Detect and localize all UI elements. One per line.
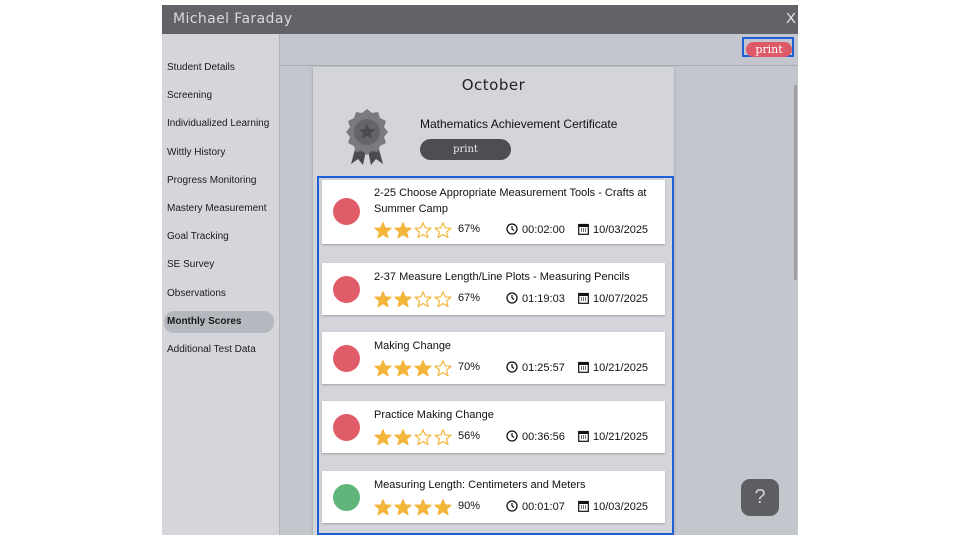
clock-icon xyxy=(506,223,518,235)
star-filled-icon xyxy=(394,429,412,446)
calendar-icon xyxy=(578,292,589,304)
duration-value: 01:25:57 xyxy=(522,362,565,374)
sidebar-item-se-survey[interactable]: SE Survey xyxy=(164,254,274,276)
calendar-icon xyxy=(578,361,589,373)
completion-date: 10/03/2025 xyxy=(578,223,648,236)
star-filled-icon xyxy=(394,360,412,377)
star-rating xyxy=(374,291,454,308)
duration: 00:36:56 xyxy=(506,430,565,443)
sidebar-item-mastery-measurement[interactable]: Mastery Measurement xyxy=(164,198,274,220)
duration-value: 00:01:07 xyxy=(522,501,565,513)
star-empty-icon xyxy=(414,222,432,239)
status-dot xyxy=(333,198,360,225)
star-empty-icon xyxy=(414,291,432,308)
star-filled-icon xyxy=(414,360,432,377)
duration: 01:25:57 xyxy=(506,361,565,374)
sidebar-item-additional-test-data[interactable]: Additional Test Data xyxy=(164,339,274,361)
star-rating xyxy=(374,499,454,516)
duration: 00:02:00 xyxy=(506,223,565,236)
duration-value: 00:36:56 xyxy=(522,431,565,443)
result-name: 2-25 Choose Appropriate Measurement Tool… xyxy=(374,187,647,215)
month-title: October xyxy=(461,76,526,94)
sidebar-item-screening[interactable]: Screening xyxy=(164,85,274,107)
date-value: 10/21/2025 xyxy=(593,362,649,374)
result-card[interactable]: Making Change 70% 01:25:57 10/21/2025 xyxy=(322,332,665,384)
clock-icon xyxy=(506,500,518,512)
star-filled-icon xyxy=(434,499,452,516)
calendar-icon xyxy=(578,430,589,442)
certificate-title: Mathematics Achievement Certificate xyxy=(420,117,618,131)
status-dot xyxy=(333,345,360,372)
sidebar-item-observations[interactable]: Observations xyxy=(164,283,274,305)
completion-date: 10/03/2025 xyxy=(578,500,648,513)
clock-icon xyxy=(506,292,518,304)
star-filled-icon xyxy=(394,499,412,516)
star-empty-icon xyxy=(434,222,452,239)
star-empty-icon xyxy=(434,291,452,308)
calendar-icon xyxy=(578,223,589,235)
window-title: Michael Faraday xyxy=(173,11,293,27)
star-empty-icon xyxy=(414,429,432,446)
result-name: Making Change xyxy=(374,340,452,352)
star-filled-icon xyxy=(374,291,392,308)
duration-value: 01:19:03 xyxy=(522,293,565,305)
result-name: 2-37 Measure Length/Line Plots - Measuri… xyxy=(374,271,630,283)
score-percent: 67% xyxy=(458,223,481,235)
app-window: Michael Faraday X Student Details Screen… xyxy=(162,5,798,535)
star-filled-icon xyxy=(374,360,392,377)
completion-date: 10/21/2025 xyxy=(578,430,648,443)
duration: 01:19:03 xyxy=(506,292,565,305)
close-icon[interactable]: X xyxy=(786,10,798,27)
clock-icon xyxy=(506,430,518,442)
score-percent: 67% xyxy=(458,292,481,304)
certificate-print-button[interactable]: print xyxy=(420,139,511,160)
score-percent: 56% xyxy=(458,430,481,442)
sidebar-item-wittly-history[interactable]: Wittly History xyxy=(164,142,274,164)
date-value: 10/03/2025 xyxy=(593,224,649,236)
star-rating xyxy=(374,360,454,377)
scrollbar[interactable] xyxy=(794,85,797,280)
sidebar-item-progress-monitoring[interactable]: Progress Monitoring xyxy=(164,170,274,192)
sidebar: Student Details Screening Individualized… xyxy=(162,34,280,535)
clock-icon xyxy=(506,361,518,373)
duration-value: 00:02:00 xyxy=(522,224,565,236)
status-dot xyxy=(333,414,360,441)
top-toolbar xyxy=(280,34,798,66)
result-name: Practice Making Change xyxy=(374,409,494,421)
star-rating xyxy=(374,429,454,446)
score-percent: 70% xyxy=(458,361,481,373)
score-percent: 90% xyxy=(458,500,481,512)
star-rating xyxy=(374,222,454,239)
star-filled-icon xyxy=(374,429,392,446)
date-value: 10/03/2025 xyxy=(593,501,649,513)
result-card[interactable]: Measuring Length: Centimeters and Meters… xyxy=(322,471,665,523)
duration: 00:01:07 xyxy=(506,500,565,513)
star-filled-icon xyxy=(394,222,412,239)
star-empty-icon xyxy=(434,429,452,446)
star-filled-icon xyxy=(374,499,392,516)
star-filled-icon xyxy=(374,222,392,239)
print-button[interactable]: print xyxy=(746,42,792,57)
sidebar-item-monthly-scores[interactable]: Monthly Scores xyxy=(164,311,274,333)
star-empty-icon xyxy=(434,360,452,377)
completion-date: 10/07/2025 xyxy=(578,292,648,305)
result-card[interactable]: 2-25 Choose Appropriate Measurement Tool… xyxy=(322,180,665,244)
calendar-icon xyxy=(578,500,589,512)
completion-date: 10/21/2025 xyxy=(578,361,648,374)
status-dot xyxy=(333,484,360,511)
sidebar-item-student-details[interactable]: Student Details xyxy=(164,57,274,79)
result-card[interactable]: Practice Making Change 56% 00:36:56 10/21/2… xyxy=(322,401,665,453)
result-name: Measuring Length: Centimeters and Meters xyxy=(374,479,586,491)
star-filled-icon xyxy=(394,291,412,308)
date-value: 10/07/2025 xyxy=(593,293,649,305)
sidebar-item-goal-tracking[interactable]: Goal Tracking xyxy=(164,226,274,248)
sidebar-item-individualized-learning[interactable]: Individualized Learning xyxy=(164,113,274,135)
result-card[interactable]: 2-37 Measure Length/Line Plots - Measuri… xyxy=(322,263,665,315)
star-filled-icon xyxy=(414,499,432,516)
status-dot xyxy=(333,276,360,303)
help-button[interactable]: ? xyxy=(741,479,779,516)
title-bar: Michael Faraday X xyxy=(162,5,798,34)
award-badge-icon xyxy=(346,109,388,165)
date-value: 10/21/2025 xyxy=(593,431,649,443)
